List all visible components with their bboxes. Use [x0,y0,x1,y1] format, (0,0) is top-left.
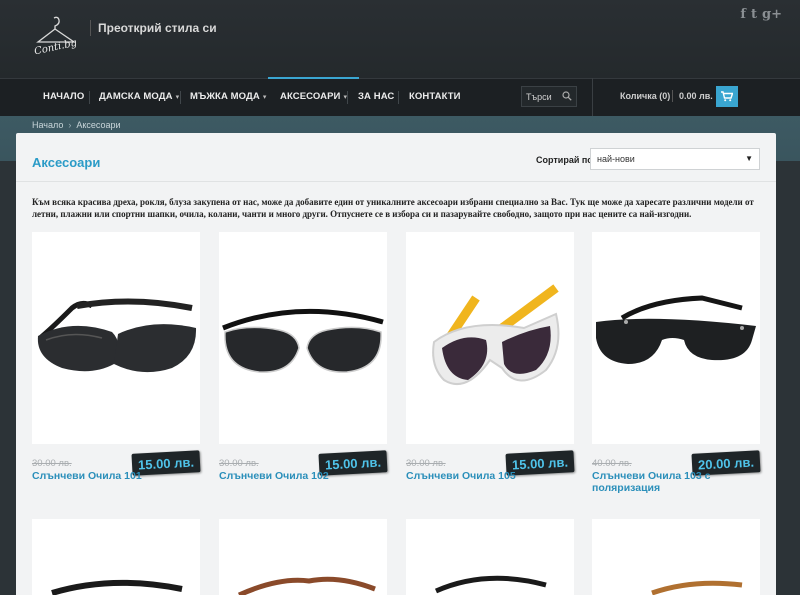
chevron-down-icon: ▾ [175,94,180,101]
sort-select[interactable]: най-нови ▼ [590,148,760,170]
search-box [521,86,577,107]
cart-divider [672,90,673,102]
nav-divider [180,91,181,104]
tagline: Преоткрий стила си [98,21,217,35]
nav-divider [347,91,348,104]
product-image[interactable] [406,232,574,444]
sunglasses-icon [222,308,384,373]
nav-label: ЗА НАС [358,91,395,102]
product-image[interactable] [219,519,387,595]
nav-divider [398,91,399,104]
breadcrumb-home[interactable]: Начало [32,120,63,130]
divider [16,181,776,182]
google-plus-icon[interactable]: g+ [762,7,782,22]
sunglasses-icon [651,580,743,595]
product-name[interactable]: Слънчеви Очила 105 [406,470,574,482]
search-icon[interactable] [562,91,572,101]
nav-item-womens[interactable]: ДАМСКА МОДА ▾ [99,79,179,116]
nav-item-contacts[interactable]: КОНТАКТИ [409,79,461,116]
cart-total: 0.00 лв. [679,91,713,101]
breadcrumb: Начало › Аксесоари [32,120,121,130]
content-panel: Аксесоари Сортирай по: най-нови ▼ Към вс… [16,133,776,595]
sunglasses-icon [596,295,756,364]
cart-button[interactable] [716,86,738,107]
old-price: 30.00 лв. [32,458,72,469]
nav-label: НАЧАЛО [43,91,85,102]
tagline-divider [90,20,91,36]
search-input[interactable] [522,87,562,107]
chevron-down-icon: ▾ [262,94,267,101]
social-links: f t g+ [740,7,782,22]
sunglasses-icon [432,284,560,385]
sunglasses-icon [37,298,197,373]
nav-item-about[interactable]: ЗА НАС [358,79,394,116]
product-image[interactable] [592,519,760,595]
breadcrumb-separator: › [68,120,72,130]
nav-item-home[interactable]: НАЧАЛО [43,79,84,116]
product-image[interactable] [32,232,200,444]
facebook-icon[interactable]: f [740,7,746,22]
category-description: Към всяка красива дреха, рокля, блуза за… [32,197,754,219]
product-image[interactable] [219,232,387,444]
sunglasses-icon [237,576,376,595]
header: Conti.bg Преоткрий стила си f t g+ [0,0,800,78]
sort-label: Сортирай по: [536,155,596,165]
sort-value: най-нови [597,154,635,164]
nav-item-accessories[interactable]: АКСЕСОАРИ ▾ [267,77,360,116]
sunglasses-icon [434,575,547,594]
nav-label: АКСЕСОАРИ [280,91,341,102]
nav-divider [592,78,593,116]
page-title: Аксесоари [32,155,101,170]
old-price: 30.00 лв. [219,458,259,469]
breadcrumb-current: Аксесоари [76,120,121,130]
product-image[interactable] [406,519,574,595]
nav-label: КОНТАКТИ [409,91,461,102]
product-image[interactable] [32,519,200,595]
product-name[interactable]: Слънчеви Очила 102 [219,470,387,482]
product-name[interactable]: Слънчеви Очила 101 [32,470,200,482]
old-price: 30.00 лв. [406,458,446,469]
old-price: 40.00 лв. [592,458,632,469]
chevron-down-icon: ▼ [745,154,753,163]
sunglasses-icon [51,579,183,595]
nav-label: ДАМСКА МОДА [99,91,173,102]
cart-count[interactable]: Количка (0) [620,91,670,101]
nav-item-mens[interactable]: МЪЖКА МОДА ▾ [190,79,267,116]
cart-icon [721,91,733,102]
product-image[interactable] [592,232,760,444]
nav-label: МЪЖКА МОДА [190,91,260,102]
product-name[interactable]: Слънчеви Очила 103 с поляризация [592,470,760,494]
nav-divider [89,91,90,104]
twitter-icon[interactable]: t [751,7,757,22]
